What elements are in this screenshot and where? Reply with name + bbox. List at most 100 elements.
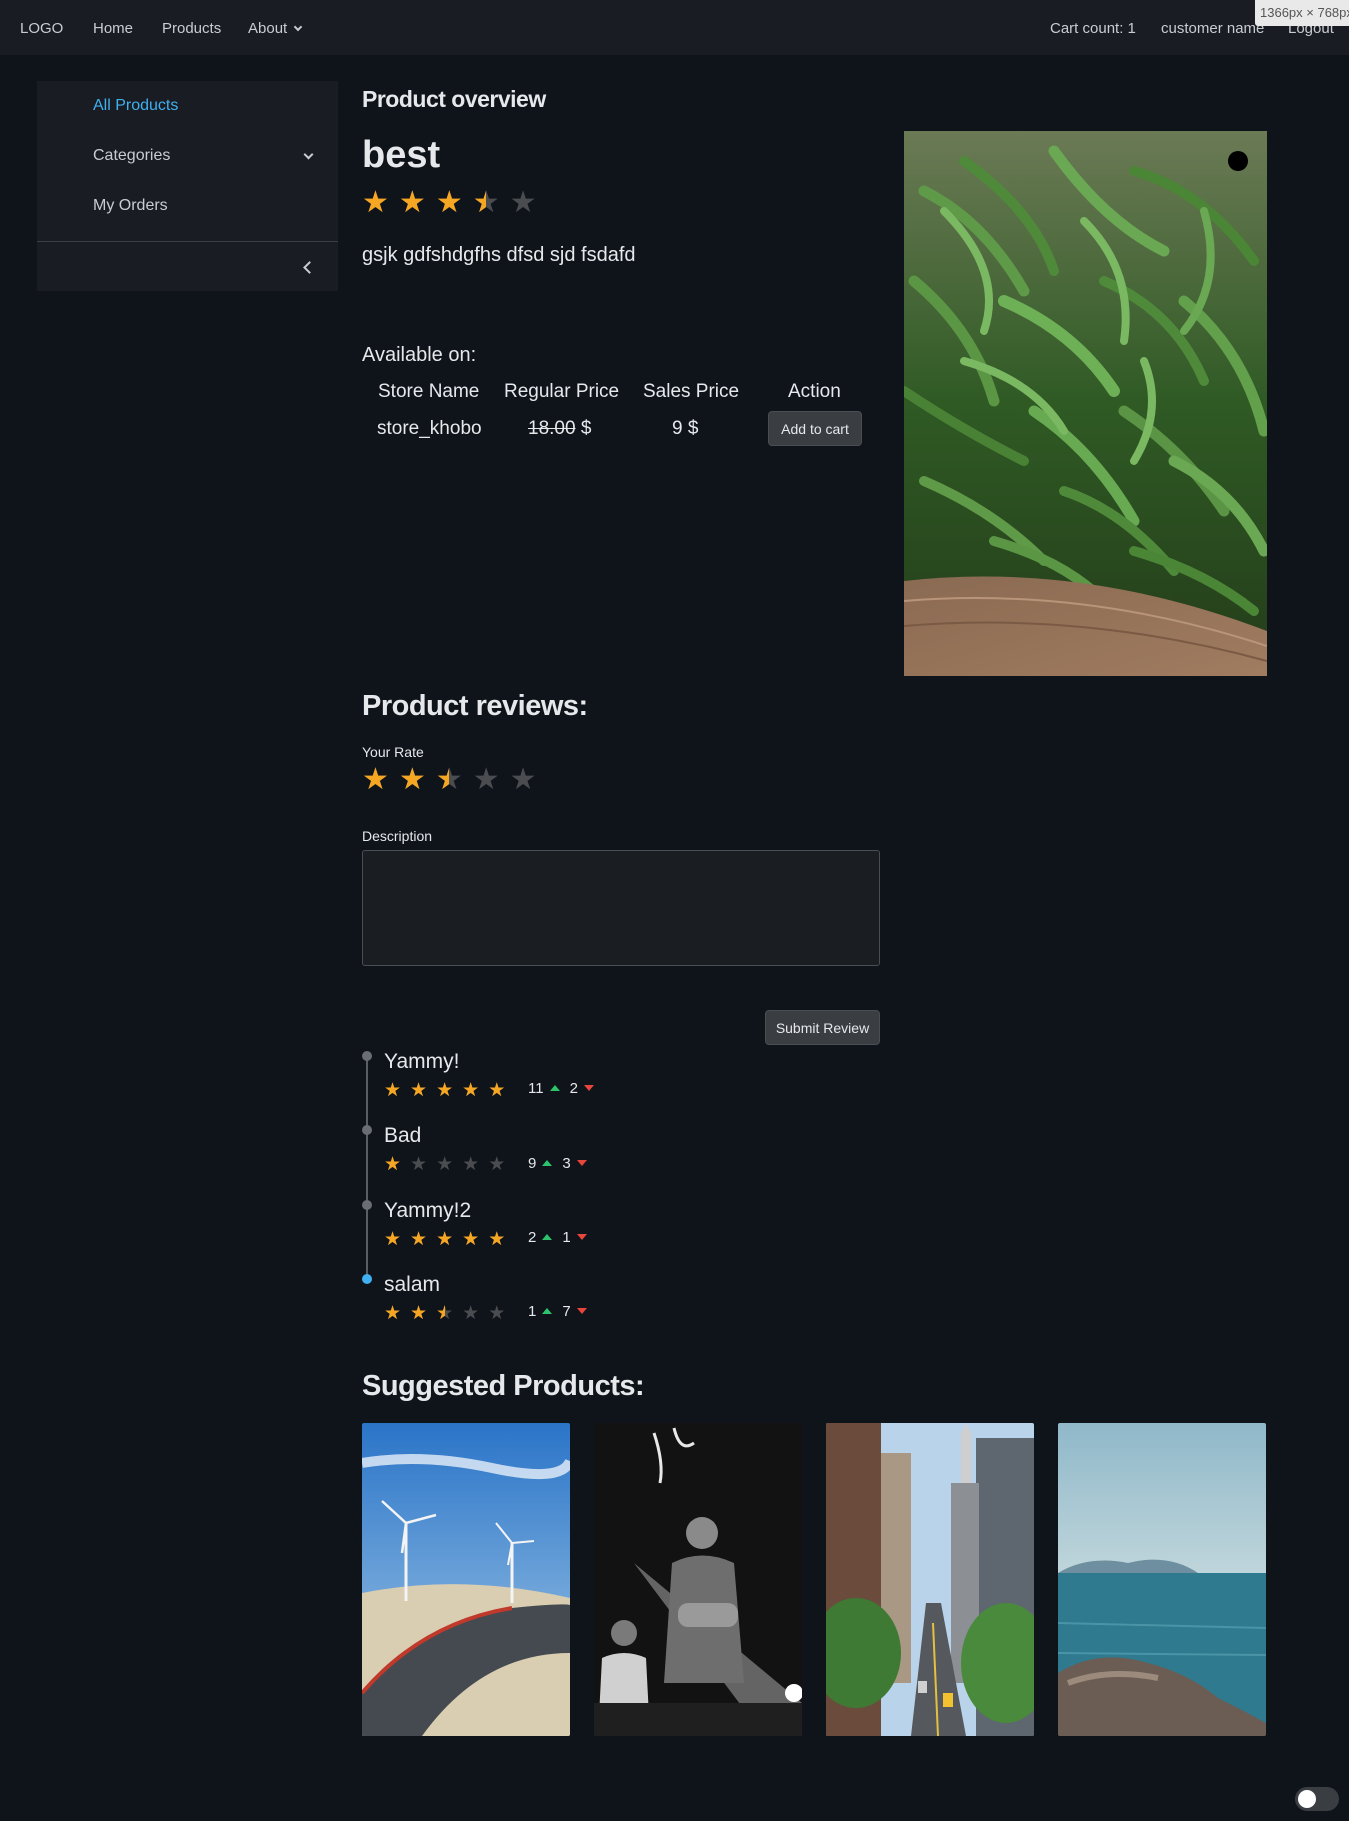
star-icon: ★★: [384, 1154, 402, 1175]
nav-products-link[interactable]: Products: [162, 20, 221, 37]
star-icon: ★: [410, 1154, 428, 1175]
star-icon: ★: [462, 1303, 480, 1324]
review-timeline-line: [366, 1056, 368, 1278]
timeline-dot: [362, 1200, 372, 1210]
star-fill: ★: [398, 765, 426, 795]
wind-turbine-road-photo: [362, 1423, 570, 1736]
star-icon: ★★: [362, 186, 389, 219]
star-icon: ★★: [384, 1303, 402, 1324]
review-votes: 21: [528, 1229, 587, 1246]
your-rate-stars[interactable]: ★★★★★★★★: [362, 765, 547, 795]
star-icon: ★★: [488, 1080, 506, 1101]
star-icon[interactable]: ★★: [362, 765, 389, 795]
product-image: [904, 131, 1267, 676]
collapse-sidebar-icon[interactable]: [303, 261, 316, 274]
star-fill: ★: [410, 1230, 428, 1249]
review-description-input[interactable]: [362, 850, 880, 966]
star-icon: ★★: [398, 186, 426, 219]
review-rating: ★★★★★★★★: [384, 1304, 514, 1323]
upvote-count: 1: [528, 1303, 537, 1320]
sidebar-item-all-products[interactable]: All Products: [93, 97, 178, 115]
star-icon: ★: [462, 1154, 480, 1175]
star-icon[interactable]: ★: [473, 765, 500, 795]
star-fill: ★: [410, 1081, 428, 1100]
star-fill: ★: [384, 1081, 402, 1100]
downvote-icon[interactable]: [583, 1085, 594, 1091]
downvote-count: 7: [562, 1303, 571, 1320]
suggested-product-card[interactable]: [1058, 1423, 1266, 1736]
suggested-product-card[interactable]: [594, 1423, 802, 1736]
star-icon: ★★: [462, 1229, 480, 1250]
star-icon: ★★: [436, 1229, 454, 1250]
star-icon[interactable]: ★★: [436, 765, 463, 795]
submit-review-button[interactable]: Submit Review: [765, 1010, 880, 1045]
star-fill: ★: [398, 188, 426, 218]
review-votes: 93: [528, 1155, 587, 1172]
suggested-product-card[interactable]: [826, 1423, 1034, 1736]
star-fill: ★: [488, 1081, 506, 1100]
star-fill: ★: [436, 1081, 454, 1100]
star-icon[interactable]: ★: [510, 765, 537, 795]
star-fill: ★: [488, 1230, 506, 1249]
col-header-store: Store Name: [378, 381, 480, 402]
viewport-size-tag: 1366px × 768px: [1255, 0, 1349, 26]
review-votes: 11 2: [528, 1080, 594, 1097]
product-description: gsjk gdfshdgfhs dfsd sjd fsdafd: [362, 244, 636, 266]
upvote-icon[interactable]: [542, 1234, 553, 1240]
nav-home-link[interactable]: Home: [93, 20, 133, 37]
cart-count[interactable]: Cart count: 1: [1050, 20, 1136, 37]
review-title: Yammy!: [384, 1050, 460, 1073]
star-fill: ★: [473, 188, 486, 218]
col-header-regular-price: Regular Price: [504, 381, 620, 402]
suggested-products-heading: Suggested Products:: [362, 1370, 645, 1402]
star-icon: ★★: [410, 1303, 428, 1324]
product-rating: ★★★★★★★★★: [362, 188, 547, 218]
star-fill: ★: [384, 1230, 402, 1249]
timeline-dot: [362, 1051, 372, 1061]
toggle-knob: [1298, 1790, 1316, 1808]
review-rating: ★ ★ ★ ★ ★ ★ ★ ★ ★ ★: [384, 1230, 514, 1249]
nav-about-dropdown[interactable]: About: [248, 20, 303, 37]
sidebar-item-my-orders[interactable]: My Orders: [93, 197, 168, 215]
star-icon: ★★: [462, 1080, 480, 1101]
review-title: Bad: [384, 1124, 422, 1147]
upvote-icon[interactable]: [549, 1085, 560, 1091]
upvote-count: 9: [528, 1155, 537, 1172]
upvote-icon[interactable]: [542, 1308, 553, 1314]
review-title: Yammy!2: [384, 1199, 472, 1222]
available-on-label: Available on:: [362, 344, 477, 366]
sales-price-cell: 9 $: [672, 418, 699, 439]
star-fill: ★: [435, 188, 463, 218]
user-name[interactable]: customer name: [1161, 20, 1264, 37]
upvote-count: 11: [528, 1080, 544, 1097]
downvote-icon[interactable]: [576, 1308, 587, 1314]
product-reviews-heading: Product reviews:: [362, 690, 588, 722]
downvote-count: 1: [562, 1229, 571, 1246]
col-header-action: Action: [788, 381, 841, 402]
chevron-down-icon[interactable]: [303, 149, 314, 160]
timeline-dot-active: [362, 1274, 372, 1284]
your-rate-label: Your Rate: [362, 744, 424, 760]
downvote-count: 2: [569, 1080, 578, 1097]
product-overview-heading: Product overview: [362, 86, 546, 112]
theme-toggle[interactable]: [1295, 1787, 1339, 1811]
star-icon: ★★: [472, 186, 500, 219]
sidebar-divider: [37, 241, 338, 242]
logo[interactable]: LOGO: [20, 20, 63, 37]
upvote-icon[interactable]: [542, 1160, 553, 1166]
store-name-cell: store_khobo: [377, 418, 482, 439]
star-icon[interactable]: ★★: [399, 765, 426, 795]
sea-rocks-photo: [1058, 1423, 1266, 1736]
downvote-icon[interactable]: [576, 1160, 587, 1166]
suggested-product-card[interactable]: [362, 1423, 570, 1736]
regular-price-currency: $: [580, 418, 592, 439]
star-fill: ★: [462, 1081, 480, 1100]
upvote-count: 2: [528, 1229, 537, 1246]
col-header-sales-price: Sales Price: [643, 381, 740, 402]
star-icon: ★: [488, 1154, 506, 1175]
sidebar-item-categories[interactable]: Categories: [93, 147, 170, 165]
downvote-count: 3: [562, 1155, 571, 1172]
add-to-cart-button[interactable]: Add to cart: [768, 411, 862, 446]
downvote-icon[interactable]: [576, 1234, 587, 1240]
star-icon: ★★: [410, 1080, 428, 1101]
